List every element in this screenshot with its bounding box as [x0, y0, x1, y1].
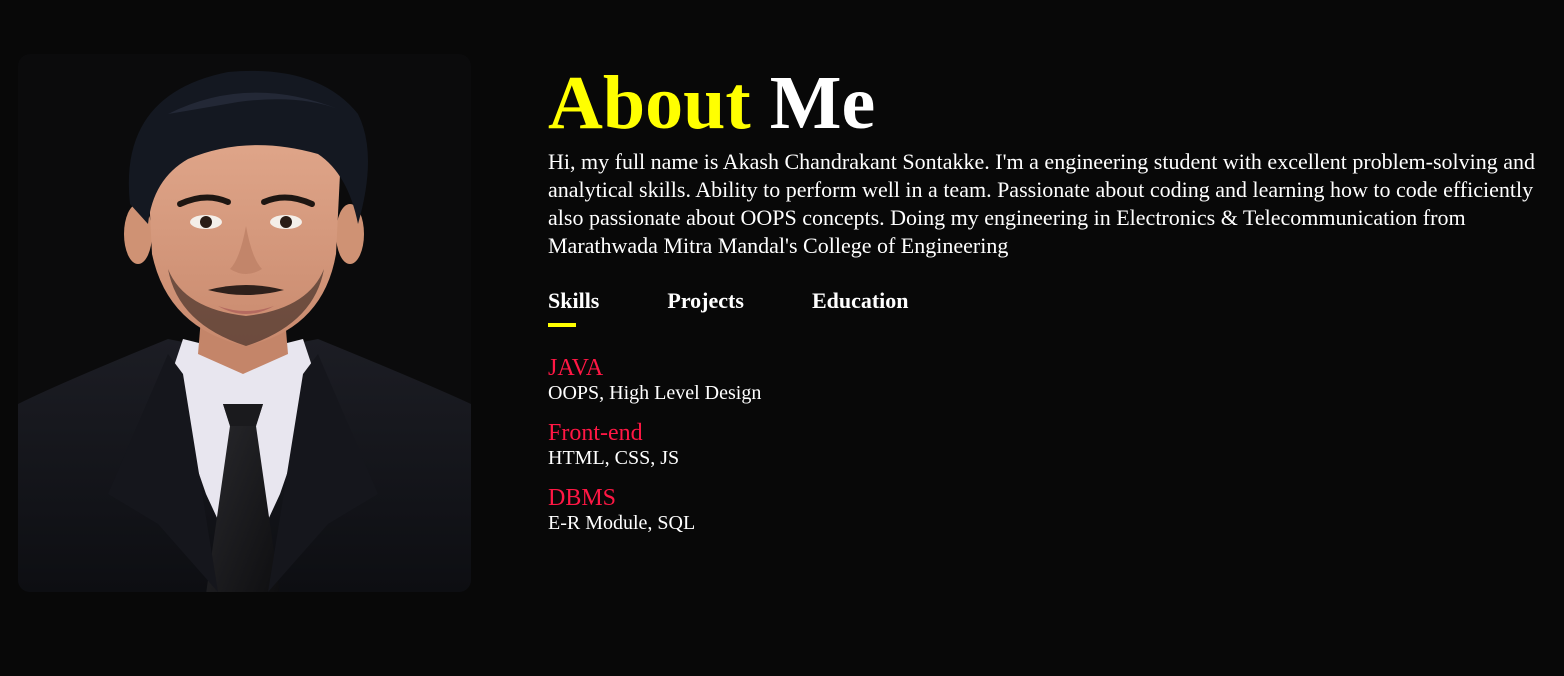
list-item: Front-end HTML, CSS, JS	[548, 420, 1538, 470]
about-section: About Me Hi, my full name is Akash Chand…	[548, 58, 1538, 550]
title-rest: Me	[769, 61, 876, 145]
tab-projects[interactable]: Projects	[667, 287, 744, 327]
tab-bar: Skills Projects Education	[548, 287, 1538, 327]
skill-name: Front-end	[548, 420, 643, 446]
bio-text: Hi, my full name is Akash Chandrakant So…	[548, 149, 1536, 258]
skills-list: JAVA OOPS, High Level Design Front-end H…	[548, 355, 1538, 535]
title-accent: About	[548, 61, 751, 145]
tab-skills[interactable]: Skills	[548, 287, 599, 327]
tab-education[interactable]: Education	[812, 287, 909, 327]
page-title: About Me	[548, 58, 1538, 148]
skill-name: DBMS	[548, 485, 617, 511]
skill-description: E-R Module, SQL	[548, 512, 696, 534]
skill-name: JAVA	[548, 355, 604, 381]
skill-description: HTML, CSS, JS	[548, 447, 680, 469]
list-item: DBMS E-R Module, SQL	[548, 485, 1538, 535]
profile-photo	[18, 54, 471, 592]
list-item: JAVA OOPS, High Level Design	[548, 355, 1538, 405]
skill-description: OOPS, High Level Design	[548, 382, 762, 404]
